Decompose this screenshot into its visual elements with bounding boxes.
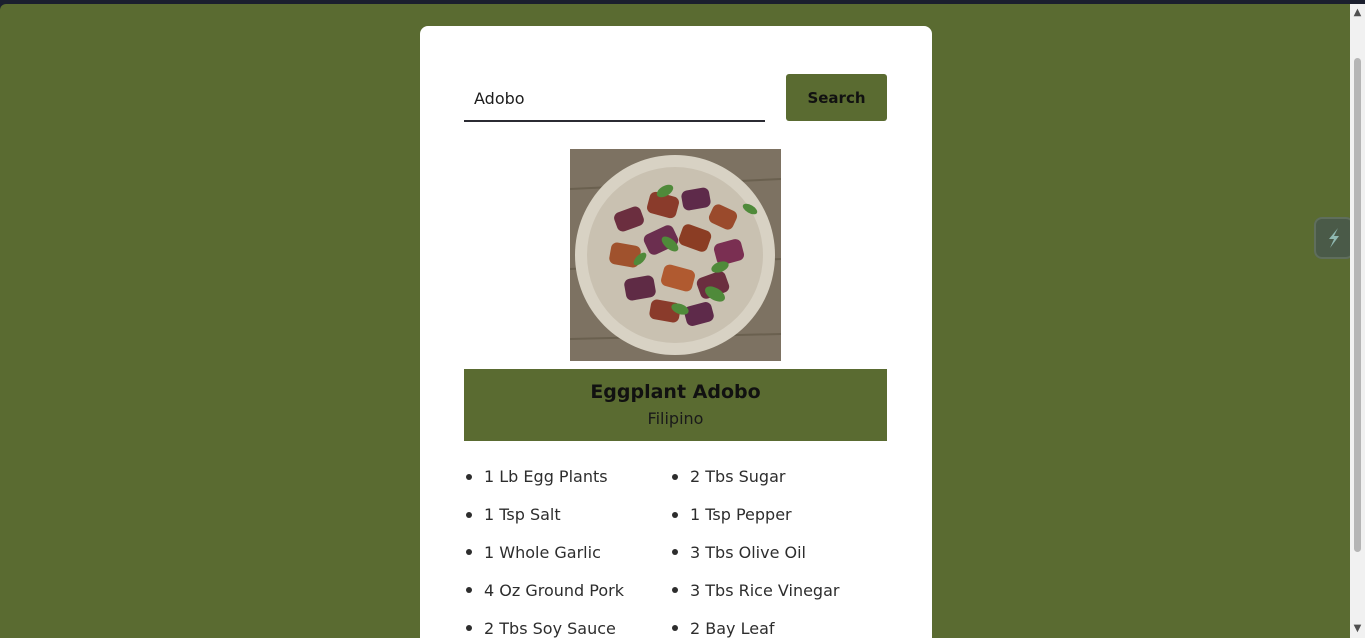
ingredient-item: 4 Oz Ground Pork — [464, 571, 670, 609]
ingredient-item: 2 Tbs Soy Sauce — [464, 609, 670, 638]
ingredient-item: 3 Tbs Rice Vinegar — [670, 571, 876, 609]
extension-widget-button[interactable] — [1314, 217, 1350, 259]
recipe-cuisine: Filipino — [647, 409, 704, 428]
ingredient-text: 1 Lb Egg Plants — [484, 467, 608, 487]
search-input[interactable] — [464, 76, 765, 122]
bullet-icon — [466, 587, 472, 594]
bullet-icon — [466, 549, 472, 556]
ingredient-text: 3 Tbs Olive Oil — [690, 542, 806, 562]
ingredient-item: 1 Tsp Pepper — [670, 496, 876, 534]
recipe-title: Eggplant Adobo — [590, 381, 761, 403]
ingredient-list: 1 Lb Egg Plants 2 Tbs Sugar 1 Tsp Salt 1… — [464, 458, 887, 638]
ingredient-text: 2 Tbs Soy Sauce — [484, 618, 616, 638]
recipe-card: Search — [420, 26, 932, 638]
scrollbar-thumb[interactable] — [1354, 58, 1361, 552]
bullet-icon — [672, 587, 678, 594]
bullet-icon — [466, 473, 472, 480]
ingredient-text: 1 Whole Garlic — [484, 542, 601, 562]
recipe-image — [570, 149, 781, 361]
ingredient-item: 2 Tbs Sugar — [670, 458, 876, 496]
vertical-scrollbar[interactable]: ▲ ▼ — [1350, 4, 1365, 638]
bullet-icon — [672, 549, 678, 556]
ingredient-text: 1 Tsp Pepper — [690, 505, 792, 525]
ingredient-item: 1 Whole Garlic — [464, 534, 670, 572]
ingredient-item: 3 Tbs Olive Oil — [670, 534, 876, 572]
lightning-icon — [1329, 228, 1339, 248]
bullet-icon — [466, 511, 472, 518]
ingredient-item: 2 Bay Leaf — [670, 609, 876, 638]
scroll-down-icon[interactable]: ▼ — [1350, 622, 1365, 636]
bullet-icon — [466, 625, 472, 632]
recipe-title-band: Eggplant Adobo Filipino — [464, 369, 887, 441]
ingredient-item: 1 Lb Egg Plants — [464, 458, 670, 496]
page-background: Search — [0, 4, 1350, 638]
ingredient-text: 4 Oz Ground Pork — [484, 580, 624, 600]
ingredient-text: 1 Tsp Salt — [484, 505, 561, 525]
ingredient-text: 2 Bay Leaf — [690, 618, 775, 638]
bullet-icon — [672, 473, 678, 480]
ingredient-item: 1 Tsp Salt — [464, 496, 670, 534]
scroll-up-icon[interactable]: ▲ — [1350, 6, 1365, 20]
ingredient-text: 2 Tbs Sugar — [690, 467, 786, 487]
search-button[interactable]: Search — [786, 74, 887, 121]
bullet-icon — [672, 511, 678, 518]
bullet-icon — [672, 625, 678, 632]
eggplant-dish-illustration — [570, 149, 781, 361]
ingredient-text: 3 Tbs Rice Vinegar — [690, 580, 840, 600]
